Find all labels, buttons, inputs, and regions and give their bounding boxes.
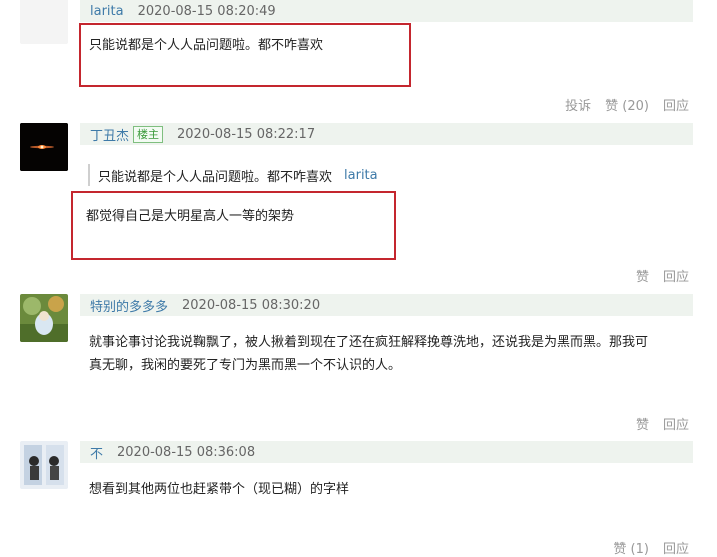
comment-text: 想看到其他两位也赶紧带个（现已糊）的字样: [89, 482, 350, 497]
comment-time: 2020-08-15 08:30:20: [182, 297, 321, 313]
avatar-image: [20, 294, 68, 342]
comment-author[interactable]: larita: [90, 4, 124, 19]
comment-text-line-2: 真无聊，我闲的要死了专门为黑而黑一个不认识的人。: [89, 358, 402, 373]
like-button[interactable]: 赞: [636, 266, 649, 285]
comment-author[interactable]: 丁丑杰: [90, 125, 129, 144]
comment-time: 2020-08-15 08:20:49: [137, 3, 276, 19]
comment-actions: 赞 回应: [636, 414, 689, 433]
comment-meta: 特别的多多多 2020-08-15 08:30:20: [80, 294, 693, 316]
avatar[interactable]: [20, 0, 68, 44]
avatar[interactable]: [20, 294, 68, 342]
comment-actions: 赞 (1) 回应: [613, 538, 689, 557]
comment-meta: larita 2020-08-15 08:20:49: [80, 0, 693, 22]
quote-text: 只能说都是个人人品问题啦。都不咋喜欢: [98, 169, 333, 185]
like-button[interactable]: 赞: [636, 414, 649, 433]
comment-actions: 赞 回应: [636, 266, 689, 285]
report-button[interactable]: 投诉: [565, 95, 591, 114]
reply-button[interactable]: 回应: [663, 538, 689, 557]
reply-button[interactable]: 回应: [663, 95, 689, 114]
comment-author[interactable]: 不: [90, 443, 103, 462]
comment-time: 2020-08-15 08:22:17: [177, 126, 316, 142]
quote-author[interactable]: larita: [344, 168, 378, 183]
avatar[interactable]: [20, 441, 68, 489]
comment-text: 都觉得自己是大明星高人一等的架势: [86, 209, 295, 224]
avatar-image: [20, 123, 68, 171]
comment-text: 只能说都是个人人品问题啦。都不咋喜欢: [89, 38, 324, 53]
avatar[interactable]: [20, 123, 68, 171]
like-button[interactable]: 赞 (1): [613, 538, 649, 557]
reply-button[interactable]: 回应: [663, 266, 689, 285]
comment-actions: 投诉 赞 (20) 回应: [565, 95, 689, 114]
comment-meta: 丁丑杰 楼主 2020-08-15 08:22:17: [80, 123, 693, 145]
comment-author[interactable]: 特别的多多多: [90, 296, 168, 315]
owner-badge: 楼主: [133, 125, 164, 143]
avatar-image: [20, 441, 68, 489]
comment-meta: 不 2020-08-15 08:36:08: [80, 441, 693, 463]
comment-text-line-1: 就事论事讨论我说鞠飘了，被人揪着到现在了还在疯狂解释挽尊洗地，还说我是为黑而黑。…: [89, 335, 649, 350]
quoted-reply: 只能说都是个人人品问题啦。都不咋喜欢 larita: [88, 164, 378, 186]
comment-time: 2020-08-15 08:36:08: [117, 444, 256, 460]
like-button[interactable]: 赞 (20): [605, 95, 649, 114]
reply-button[interactable]: 回应: [663, 414, 689, 433]
